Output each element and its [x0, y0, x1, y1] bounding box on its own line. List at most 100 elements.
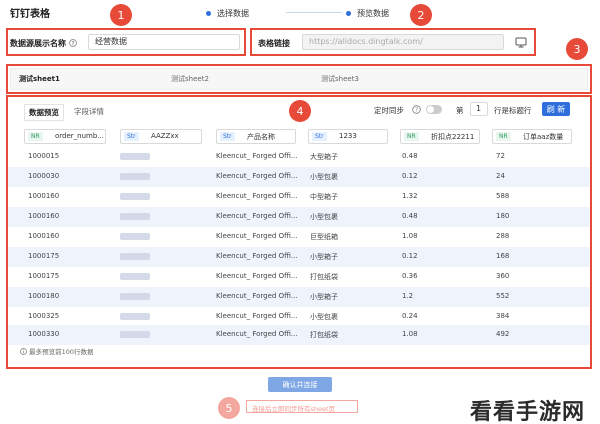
column-header[interactable]: NR 订单aaz数量	[492, 129, 572, 144]
column-header[interactable]: Str AAZZxx	[120, 129, 202, 144]
sheet-tab-2[interactable]: 测试sheet2	[171, 74, 209, 84]
table-row: 1000325 Kleencut_ Forged Offi... 小型包裹 0.…	[8, 307, 590, 327]
watermark: 看看手游网	[470, 400, 586, 424]
table-cell: 492	[496, 330, 510, 338]
table-cell: 1000180	[28, 292, 60, 300]
table-cell: Kleencut_ Forged Offi...	[216, 172, 298, 180]
table-row: 1000175 Kleencut_ Forged Offi... 小型箱子 0.…	[8, 247, 590, 267]
monitor-icon[interactable]	[514, 35, 528, 49]
display-name-label: 数据源展示名称 ?	[10, 38, 77, 49]
table-cell: 小型包裹	[310, 173, 338, 181]
step-dot-icon	[346, 11, 351, 16]
column-header[interactable]: Str 1233	[308, 129, 388, 144]
header-row-suffix: 行是标题行	[494, 106, 532, 115]
table-cell: 168	[496, 252, 510, 260]
blurred-cell	[120, 273, 150, 280]
table-cell: 巨型纸箱	[310, 233, 338, 241]
sheet-tab-1[interactable]: 测试sheet1	[19, 74, 60, 84]
sync-all-sheets-link[interactable]: 连接后立即同步所有sheet页	[252, 403, 335, 413]
table-link-input[interactable]: https://alidocs.dingtalk.com/	[302, 34, 504, 50]
type-tag: Str	[312, 132, 327, 141]
blurred-cell	[120, 193, 150, 200]
table-cell: 0.48	[402, 212, 418, 220]
confirm-connect-button[interactable]: 确认并连接	[268, 377, 332, 392]
table-cell: Kleencut_ Forged Offi...	[216, 212, 298, 220]
stepper: 选择数据 预览数据	[206, 8, 396, 18]
column-header[interactable]: Str 产品名称	[216, 129, 296, 144]
display-name-input[interactable]: 经营数据	[88, 34, 240, 50]
preview-footnote: 最多预览前100行数据	[20, 346, 94, 356]
sheet-tab-3[interactable]: 测试sheet3	[321, 74, 359, 84]
sheet-tab-bar: 测试sheet1 测试sheet2 测试sheet3	[10, 68, 588, 90]
blurred-cell	[120, 213, 150, 220]
preview-panel: 数据预览 字段详情 定时同步 ? 第 1 行是标题行 刷 新 NR order_…	[8, 97, 590, 367]
table-cell: 小型箱子	[310, 293, 338, 301]
table-cell: 1000175	[28, 252, 60, 260]
annotation-badge-5: 5	[218, 397, 240, 419]
table-row: 1000015 Kleencut_ Forged Offi... 大型箱子 0.…	[8, 147, 590, 167]
table-cell: 360	[496, 272, 510, 280]
table-cell: 0.24	[402, 312, 418, 320]
step-dot-icon	[206, 11, 211, 16]
table-cell: 1.08	[402, 232, 418, 240]
blurred-cell	[120, 331, 150, 338]
table-cell: Kleencut_ Forged Offi...	[216, 292, 298, 300]
tab-data-preview[interactable]: 数据预览	[24, 104, 64, 121]
type-tag: Str	[124, 132, 139, 141]
tab-field-details[interactable]: 字段详情	[70, 104, 108, 119]
table-cell: Kleencut_ Forged Offi...	[216, 152, 298, 160]
blurred-cell	[120, 313, 150, 320]
table-cell: Kleencut_ Forged Offi...	[216, 252, 298, 260]
table-cell: 1000325	[28, 312, 60, 320]
table-cell: Kleencut_ Forged Offi...	[216, 330, 298, 338]
table-cell: 552	[496, 292, 510, 300]
step-connector	[286, 12, 342, 13]
schedule-sync-label: 定时同步	[374, 106, 404, 115]
table-cell: 1000330	[28, 330, 60, 338]
table-row: 1000180 Kleencut_ Forged Offi... 小型箱子 1.…	[8, 287, 590, 307]
table-cell: 大型箱子	[310, 153, 338, 161]
annotation-badge-3: 3	[566, 38, 588, 60]
table-cell: 588	[496, 192, 510, 200]
step-label: 选择数据	[217, 9, 249, 18]
table-cell: 180	[496, 212, 510, 220]
table-cell: 1000015	[28, 152, 60, 160]
refresh-button[interactable]: 刷 新	[542, 102, 570, 116]
table-cell: 1.2	[402, 292, 414, 300]
type-tag: NR	[496, 132, 511, 141]
help-icon[interactable]: ?	[412, 105, 421, 116]
column-name: 1233	[339, 132, 357, 140]
table-cell: 0.12	[402, 252, 418, 260]
column-header[interactable]: NR 折扣点22211	[400, 129, 480, 144]
schedule-sync-toggle[interactable]	[426, 105, 442, 114]
column-name: order_numb...	[55, 132, 104, 140]
header-row-prefix: 第	[456, 106, 464, 115]
step-label: 预览数据	[357, 9, 389, 18]
table-cell: 1000160	[28, 232, 60, 240]
table-cell: Kleencut_ Forged Offi...	[216, 192, 298, 200]
blurred-cell	[120, 293, 150, 300]
table-row: 1000160 Kleencut_ Forged Offi... 中型箱子 1.…	[8, 187, 590, 207]
annotation-badge-1: 1	[110, 4, 132, 26]
table-cell: 1.32	[402, 192, 418, 200]
column-header[interactable]: NR order_numb...	[24, 129, 106, 144]
table-row: 1000030 Kleencut_ Forged Offi... 小型包裹 0.…	[8, 167, 590, 187]
table-row: 1000330 Kleencut_ Forged Offi... 打包纸袋 1.…	[8, 325, 590, 345]
blurred-cell	[120, 253, 150, 260]
table-cell: 打包纸袋	[310, 331, 338, 339]
table-cell: 小型包裹	[310, 213, 338, 221]
table-link-label: 表格链接	[258, 39, 290, 48]
column-name: 订单aaz数量	[523, 133, 564, 141]
help-icon[interactable]: ?	[68, 39, 77, 48]
table-cell: 小型包裹	[310, 313, 338, 321]
toggle-knob	[427, 106, 434, 113]
table-cell: 中型箱子	[310, 193, 338, 201]
table-cell: 384	[496, 312, 510, 320]
table-cell: 0.48	[402, 152, 418, 160]
step-preview-data[interactable]: 预览数据	[346, 8, 389, 19]
display-name-label-text: 数据源展示名称	[10, 39, 66, 48]
header-row-input[interactable]: 1	[470, 102, 488, 116]
table-cell: Kleencut_ Forged Offi...	[216, 312, 298, 320]
step-select-data[interactable]: 选择数据	[206, 8, 249, 19]
info-icon	[20, 348, 29, 356]
